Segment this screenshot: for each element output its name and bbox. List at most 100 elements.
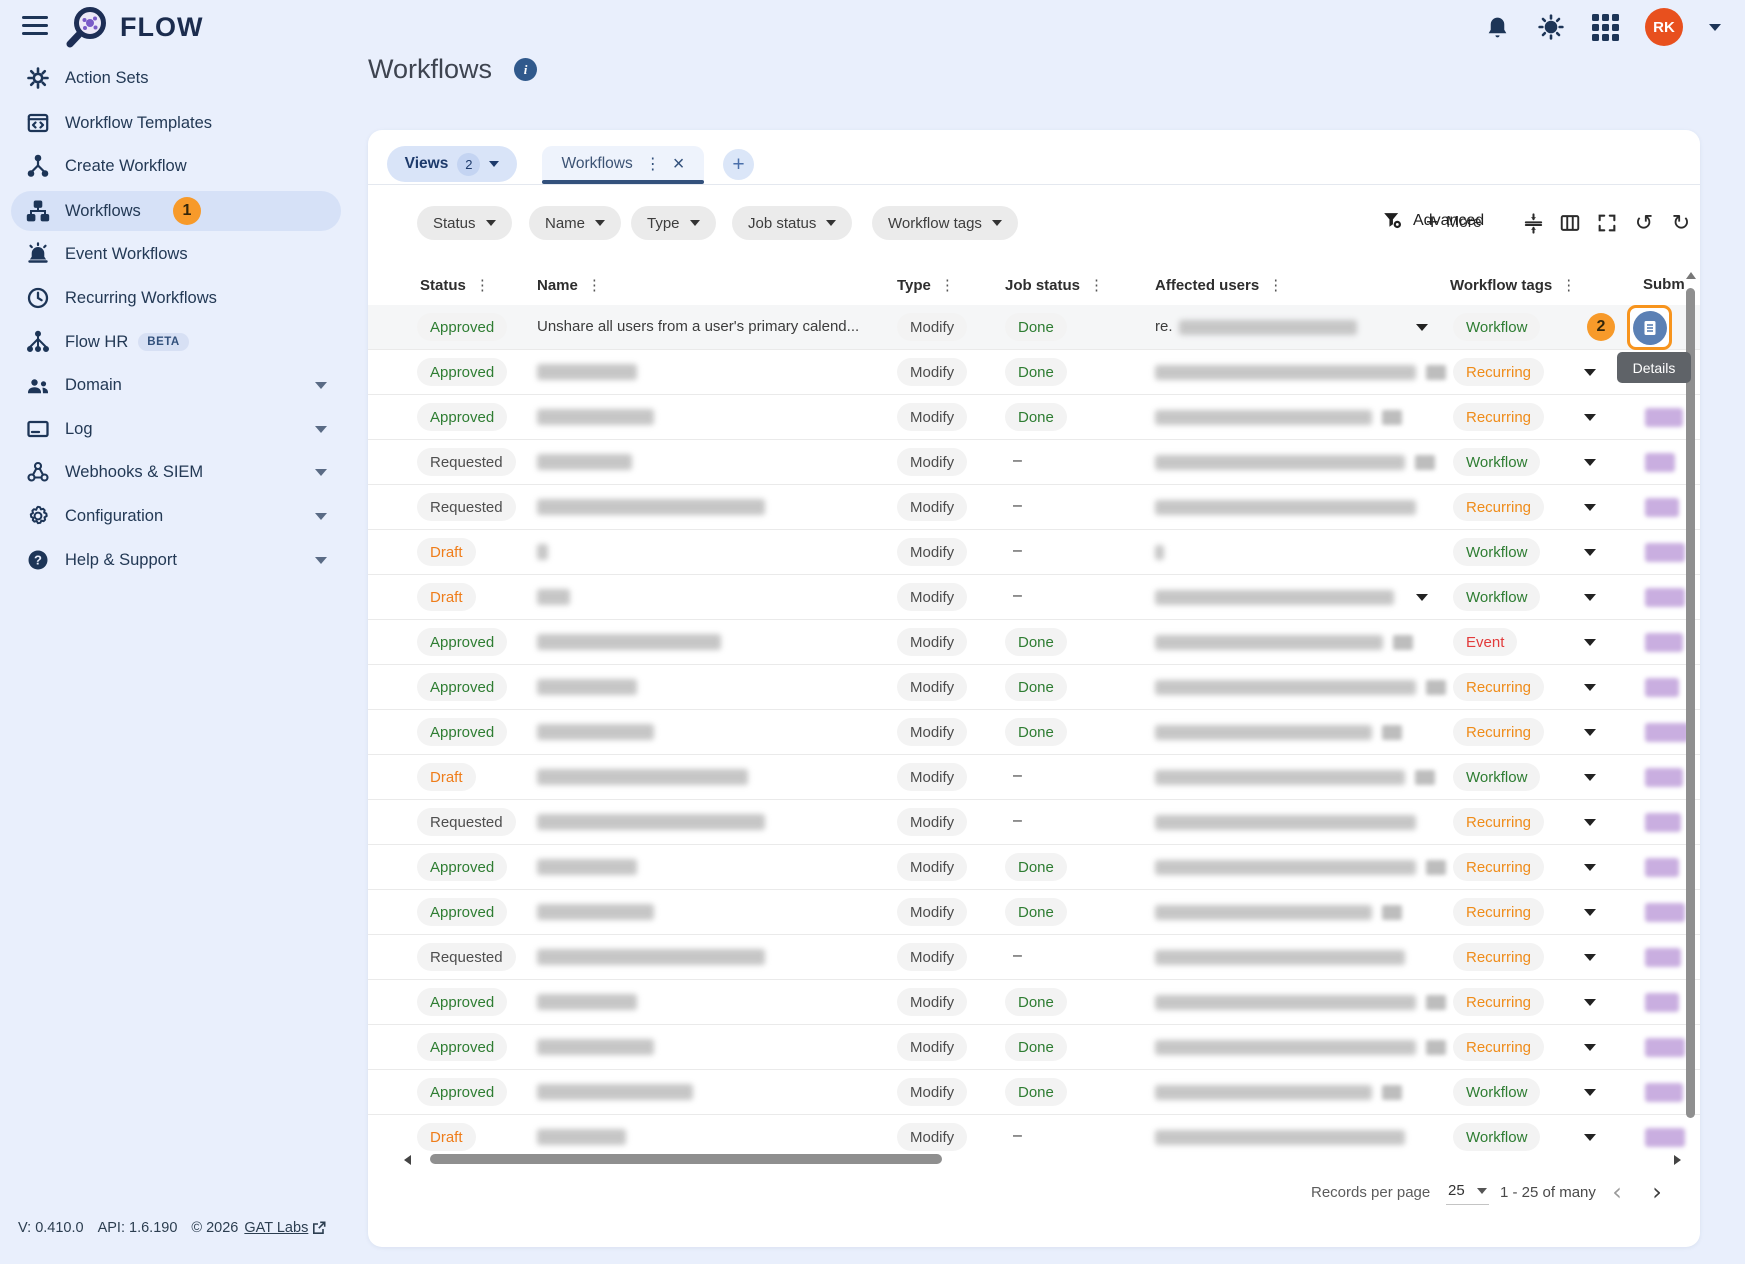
column-menu-kebab-icon[interactable]: ⋮	[1268, 276, 1283, 294]
table-row[interactable]: DraftModify–Workflow	[368, 755, 1700, 800]
tab-menu-kebab-icon[interactable]: ⋮	[645, 154, 661, 174]
affected-users-chevron-down-icon[interactable]	[1416, 324, 1428, 331]
table-row[interactable]: DraftModify–Workflow	[368, 1115, 1700, 1153]
workflow-tag-chevron-down-icon[interactable]	[1584, 639, 1596, 646]
table-row[interactable]: ApprovedModifyDoneRecurring	[368, 665, 1700, 710]
table-row[interactable]: ApprovedModifyDoneRecurring	[368, 395, 1700, 440]
filter-chip-status[interactable]: Status	[417, 206, 512, 240]
sidebar-item-workflows[interactable]: Workflows1	[11, 191, 341, 231]
workflow-tag-chevron-down-icon[interactable]	[1584, 1089, 1596, 1096]
filter-chip-workflow-tags[interactable]: Workflow tags	[872, 206, 1018, 240]
chevron-down-icon[interactable]	[315, 426, 327, 433]
sidebar-item-event-workflows[interactable]: Event Workflows	[11, 234, 341, 274]
details-button[interactable]	[1633, 311, 1667, 345]
sidebar-item-configuration[interactable]: Configuration	[11, 496, 341, 536]
column-menu-kebab-icon[interactable]: ⋮	[1089, 276, 1104, 294]
workflow-tag-chevron-down-icon[interactable]	[1584, 684, 1596, 691]
views-dropdown[interactable]: Views 2	[387, 146, 517, 182]
add-tab-button[interactable]: +	[723, 149, 754, 180]
filter-chip-name[interactable]: Name	[529, 206, 621, 240]
column-menu-kebab-icon[interactable]: ⋮	[475, 276, 490, 294]
sidebar-item-create-workflow[interactable]: Create Workflow	[11, 146, 341, 186]
workflow-tag-chevron-down-icon[interactable]	[1584, 459, 1596, 466]
workflow-tag-chevron-down-icon[interactable]	[1584, 819, 1596, 826]
chevron-down-icon[interactable]	[315, 557, 327, 564]
chevron-down-icon[interactable]	[315, 382, 327, 389]
workflow-tag-chevron-down-icon[interactable]	[1584, 774, 1596, 781]
workflow-tag-chevron-down-icon[interactable]	[1584, 504, 1596, 511]
table-row[interactable]: ApprovedModifyDoneRecurring	[368, 1025, 1700, 1070]
undo-icon[interactable]: ↺	[1630, 209, 1658, 237]
fullscreen-icon[interactable]	[1593, 209, 1621, 237]
workflow-tag-chevron-down-icon[interactable]	[1584, 369, 1596, 376]
workflow-tag-chevron-down-icon[interactable]	[1584, 729, 1596, 736]
column-menu-kebab-icon[interactable]: ⋮	[587, 276, 602, 294]
next-page-button[interactable]: ›	[1644, 1179, 1670, 1205]
refresh-icon[interactable]: ↻	[1667, 209, 1695, 237]
workflow-tag-chevron-down-icon[interactable]	[1584, 864, 1596, 871]
filter-chip-type[interactable]: Type	[631, 206, 716, 240]
notifications-icon[interactable]	[1483, 13, 1511, 41]
advanced-filters-button[interactable]: Advanced	[1382, 210, 1484, 231]
gat-labs-link[interactable]: GAT Labs	[244, 1220, 326, 1236]
sidebar-item-recurring-workflows[interactable]: Recurring Workflows	[11, 278, 341, 318]
workflow-tag-chevron-down-icon[interactable]	[1584, 594, 1596, 601]
affected-users-chevron-down-icon[interactable]	[1416, 594, 1428, 601]
table-row[interactable]: ApprovedUnshare all users from a user's …	[368, 305, 1700, 350]
horizontal-scrollbar-thumb[interactable]	[430, 1154, 942, 1164]
tab-workflows[interactable]: Workflows ⋮ ×	[542, 146, 704, 182]
workflow-tag-chevron-down-icon[interactable]	[1584, 549, 1596, 556]
row-height-icon[interactable]	[1519, 209, 1547, 237]
chevron-down-icon[interactable]	[315, 513, 327, 520]
info-icon[interactable]: i	[514, 58, 537, 81]
chevron-down-icon[interactable]	[315, 469, 327, 476]
status-badge: Requested	[417, 448, 516, 476]
table-row[interactable]: RequestedModify–Recurring	[368, 800, 1700, 845]
user-avatar[interactable]: RK	[1645, 8, 1683, 46]
columns-icon[interactable]	[1556, 209, 1584, 237]
table-row[interactable]: ApprovedModifyDoneRecurring	[368, 890, 1700, 935]
sidebar-item-log[interactable]: Log	[11, 409, 341, 449]
workflow-tag-chevron-down-icon[interactable]	[1584, 1134, 1596, 1141]
sidebar-item-workflow-templates[interactable]: Workflow Templates	[11, 103, 341, 143]
sidebar-item-help-support[interactable]: ?Help & Support	[11, 540, 341, 580]
sidebar-item-webhooks-siem[interactable]: Webhooks & SIEM	[11, 452, 341, 492]
table-row[interactable]: ApprovedModifyDoneWorkflow	[368, 1070, 1700, 1115]
vertical-scrollbar-thumb[interactable]	[1686, 288, 1695, 1118]
horizontal-scrollbar[interactable]	[418, 1153, 1668, 1165]
hamburger-menu-button[interactable]	[22, 16, 48, 36]
table-row[interactable]: DraftModify–Workflow	[368, 530, 1700, 575]
sidebar-item-flow-hr[interactable]: Flow HRBETA	[11, 322, 341, 362]
previous-page-button[interactable]: ‹	[1604, 1179, 1630, 1205]
scroll-left-icon[interactable]	[404, 1155, 411, 1165]
table-row[interactable]: ApprovedModifyDoneRecurring	[368, 845, 1700, 890]
workflow-tag-chevron-down-icon[interactable]	[1584, 414, 1596, 421]
tab-close-icon[interactable]: ×	[673, 154, 685, 174]
views-chevron-down-icon	[489, 161, 499, 167]
workflow-tag-chevron-down-icon[interactable]	[1584, 1044, 1596, 1051]
apps-grid-icon[interactable]	[1591, 13, 1619, 41]
table-row[interactable]: RequestedModify–Workflow	[368, 440, 1700, 485]
table-row[interactable]: DraftModify–Workflow	[368, 575, 1700, 620]
sidebar-item-action-sets[interactable]: Action Sets	[11, 58, 341, 98]
workflow-tag-chevron-down-icon[interactable]	[1584, 999, 1596, 1006]
sidebar-item-domain[interactable]: Domain	[11, 365, 341, 405]
table-row[interactable]: RequestedModify–Recurring	[368, 935, 1700, 980]
table-row[interactable]: ApprovedModifyDoneRecurring	[368, 710, 1700, 755]
column-menu-kebab-icon[interactable]: ⋮	[1561, 276, 1576, 294]
scroll-up-icon[interactable]	[1686, 272, 1696, 279]
vertical-scrollbar[interactable]	[1684, 270, 1697, 1165]
table-row[interactable]: ApprovedModifyDoneRecurring	[368, 350, 1700, 395]
workflow-tag-chevron-down-icon[interactable]	[1584, 954, 1596, 961]
theme-icon[interactable]	[1537, 13, 1565, 41]
table-row[interactable]: RequestedModify–Recurring	[368, 485, 1700, 530]
records-per-page-select[interactable]: 25	[1446, 1182, 1489, 1205]
table-row[interactable]: ApprovedModifyDoneEvent	[368, 620, 1700, 665]
workflow-tag-chevron-down-icon[interactable]	[1584, 909, 1596, 916]
type-badge: Modify	[897, 898, 967, 926]
scroll-right-icon[interactable]	[1674, 1155, 1681, 1165]
table-row[interactable]: ApprovedModifyDoneRecurring	[368, 980, 1700, 1025]
account-chevron-down-icon[interactable]	[1709, 24, 1721, 31]
column-menu-kebab-icon[interactable]: ⋮	[940, 276, 955, 294]
filter-chip-job-status[interactable]: Job status	[732, 206, 852, 240]
